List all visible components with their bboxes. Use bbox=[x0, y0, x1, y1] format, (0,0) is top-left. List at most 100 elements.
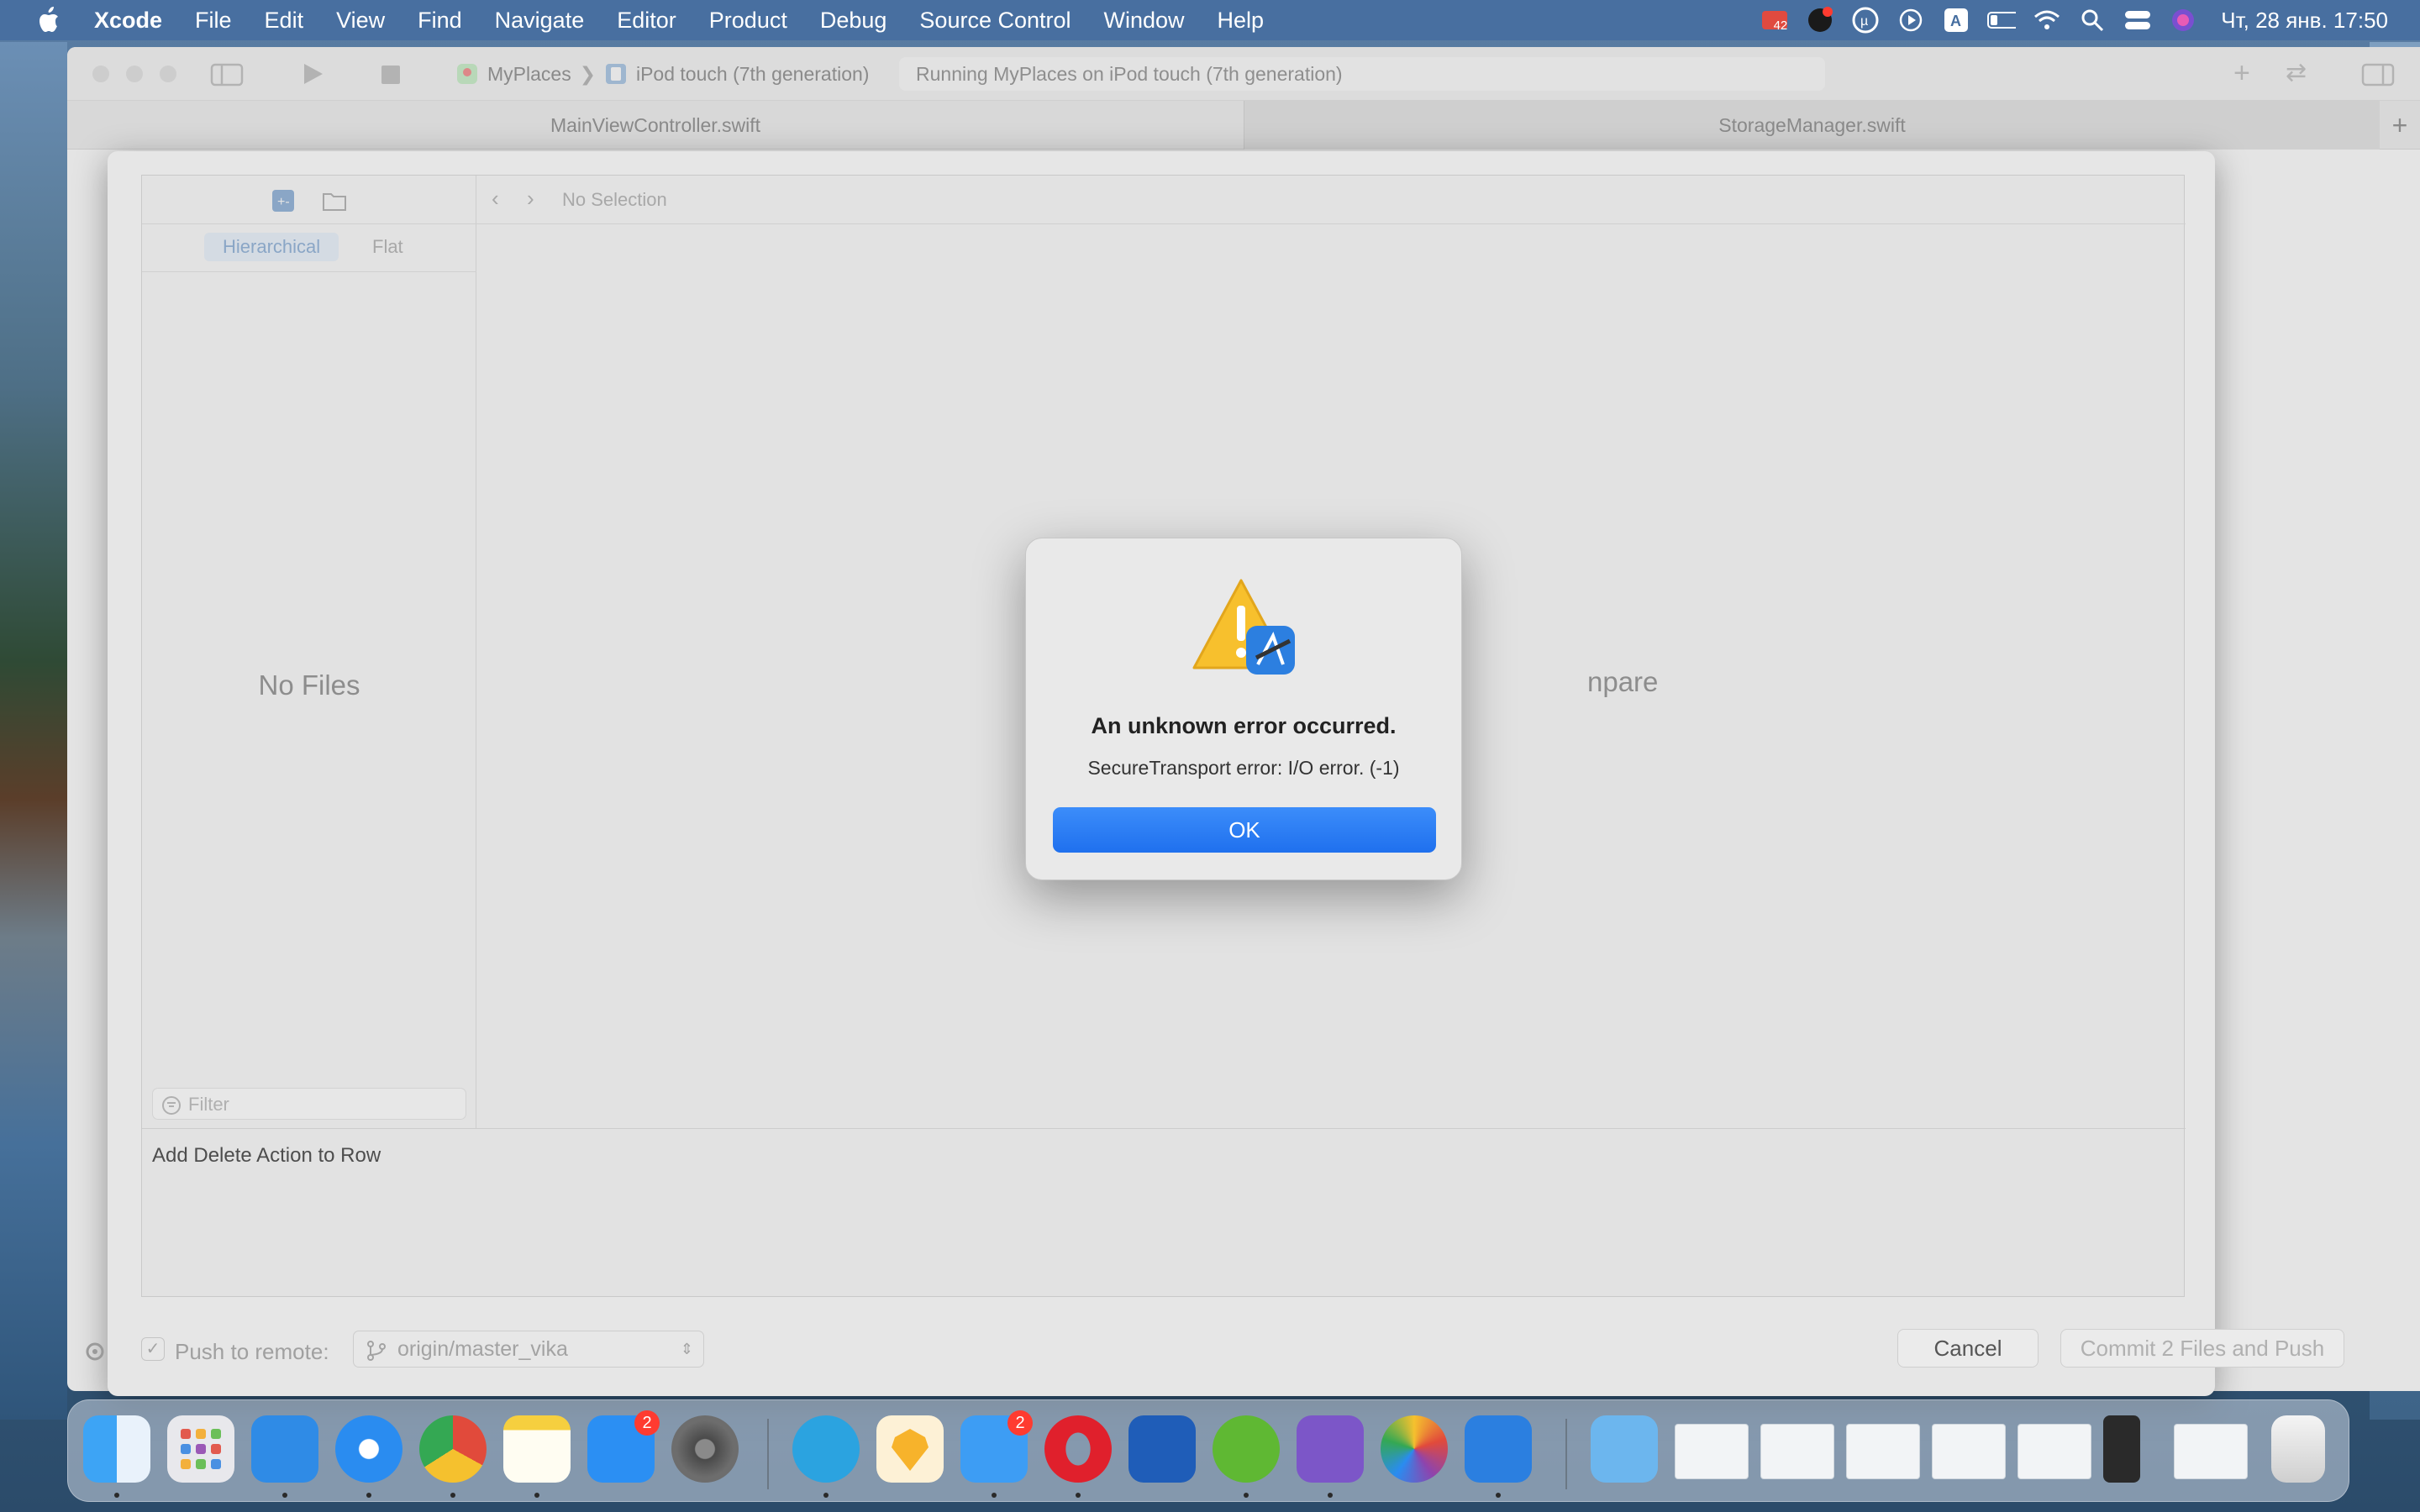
compare-header: ‹ › No Selection bbox=[476, 176, 2186, 224]
menu-window[interactable]: Window bbox=[1104, 8, 1185, 34]
app-store-icon[interactable]: 2 bbox=[587, 1410, 660, 1483]
update-badge-icon[interactable]: 42 bbox=[1760, 6, 1789, 34]
minimize-window-button[interactable] bbox=[126, 66, 143, 82]
apple-icon[interactable] bbox=[35, 6, 60, 34]
battery-icon[interactable] bbox=[1987, 6, 2017, 34]
mail-badge: 2 bbox=[1007, 1410, 1033, 1436]
commit-message-area[interactable]: Add Delete Action to Row bbox=[142, 1128, 2186, 1298]
run-icon[interactable] bbox=[299, 60, 326, 87]
spotlight-search-icon[interactable] bbox=[2078, 6, 2107, 34]
menu-help[interactable]: Help bbox=[1218, 8, 1265, 34]
running-indicator bbox=[1076, 1493, 1081, 1498]
tab-storagemanager[interactable]: StorageManager.swift bbox=[1244, 101, 2380, 150]
input-source-icon[interactable]: A bbox=[1942, 6, 1970, 34]
minimized-window-thumbnail[interactable] bbox=[1846, 1424, 1920, 1479]
cancel-button[interactable]: Cancel bbox=[1897, 1329, 2039, 1368]
folder-icon[interactable] bbox=[322, 189, 347, 213]
sketch-icon[interactable] bbox=[876, 1415, 944, 1483]
running-indicator bbox=[450, 1493, 455, 1498]
menu-find[interactable]: Find bbox=[418, 8, 462, 34]
telegram-icon[interactable] bbox=[792, 1415, 860, 1483]
inspector-toggle-icon[interactable] bbox=[2361, 60, 2395, 87]
minimized-window-thumbnail[interactable] bbox=[2174, 1424, 2248, 1479]
changes-filter-icon[interactable]: +- bbox=[271, 189, 295, 213]
running-indicator bbox=[366, 1493, 371, 1498]
xcode-helper-icon[interactable] bbox=[1465, 1415, 1532, 1483]
menu-editor[interactable]: Editor bbox=[617, 8, 676, 34]
svg-text:A: A bbox=[1950, 13, 1961, 29]
tab-mainviewcontroller[interactable]: MainViewController.swift bbox=[67, 101, 1244, 150]
menubar-clock[interactable]: Чт, 28 янв. 17:50 bbox=[2221, 8, 2388, 34]
menu-debug[interactable]: Debug bbox=[820, 8, 887, 34]
remote-branch-value: origin/master_vika bbox=[397, 1337, 568, 1361]
filter-field[interactable]: Filter bbox=[152, 1088, 466, 1120]
device-icon bbox=[605, 64, 626, 84]
no-files-label: No Files bbox=[258, 669, 360, 701]
window-toolbar: MyPlaces ❯ iPod touch (7th generation) R… bbox=[67, 47, 2420, 101]
ok-button[interactable]: OK bbox=[1053, 807, 1436, 853]
running-indicator bbox=[534, 1493, 539, 1498]
back-chevron-icon[interactable]: ‹ bbox=[492, 186, 499, 212]
plus-icon[interactable]: + bbox=[2233, 59, 2250, 87]
color-picker-icon[interactable] bbox=[1381, 1415, 1448, 1483]
segment-flat[interactable]: Flat bbox=[354, 233, 422, 261]
utorrent-icon[interactable] bbox=[1213, 1415, 1280, 1483]
minimized-window-thumbnail[interactable] bbox=[1760, 1424, 1834, 1479]
new-tab-plus-icon[interactable]: + bbox=[2380, 101, 2420, 150]
safari-icon[interactable] bbox=[335, 1415, 402, 1483]
menu-view[interactable]: View bbox=[336, 8, 385, 34]
siri-icon[interactable] bbox=[2169, 6, 2197, 34]
word-icon[interactable] bbox=[1128, 1415, 1196, 1483]
menu-app-xcode[interactable]: Xcode bbox=[94, 8, 162, 34]
segment-hierarchical[interactable]: Hierarchical bbox=[204, 233, 339, 261]
downloads-folder-icon[interactable] bbox=[1591, 1415, 1658, 1483]
finder-icon[interactable] bbox=[83, 1415, 150, 1483]
minimized-window-thumbnail[interactable] bbox=[1675, 1424, 1749, 1479]
menu-file[interactable]: File bbox=[195, 8, 232, 34]
simulator-icon[interactable] bbox=[2103, 1415, 2140, 1483]
svg-text:+-: +- bbox=[277, 195, 290, 209]
chrome-icon[interactable] bbox=[419, 1415, 487, 1483]
viber-icon[interactable] bbox=[1297, 1415, 1364, 1483]
xcode-dock-icon[interactable] bbox=[251, 1415, 318, 1483]
play-circle-icon[interactable] bbox=[1897, 6, 1925, 34]
forward-chevron-icon[interactable]: › bbox=[527, 186, 534, 212]
menu-source-control[interactable]: Source Control bbox=[919, 8, 1071, 34]
scheme-selector[interactable]: MyPlaces ❯ iPod touch (7th generation) bbox=[455, 59, 869, 89]
push-to-remote-checkbox[interactable]: ✓ bbox=[141, 1337, 165, 1361]
viber-tray-icon[interactable] bbox=[1806, 6, 1834, 34]
running-indicator bbox=[992, 1493, 997, 1498]
commit-sheet-footer: ✓ Push to remote: origin/master_vika ⇕ C… bbox=[108, 1319, 2344, 1369]
alert-message: SecureTransport error: I/O error. (-1) bbox=[1087, 757, 1400, 779]
scheme-project-name: MyPlaces bbox=[487, 62, 571, 85]
opera-icon[interactable] bbox=[1044, 1415, 1112, 1483]
zoom-window-button[interactable] bbox=[160, 66, 176, 82]
commit-message-text: Add Delete Action to Row bbox=[152, 1144, 381, 1167]
remote-branch-select[interactable]: origin/master_vika ⇕ bbox=[353, 1331, 704, 1368]
push-to-remote-label: Push to remote: bbox=[175, 1339, 329, 1364]
system-preferences-icon[interactable] bbox=[671, 1415, 739, 1483]
running-indicator bbox=[1244, 1493, 1249, 1498]
menu-navigate[interactable]: Navigate bbox=[495, 8, 585, 34]
launchpad-icon[interactable] bbox=[167, 1415, 234, 1483]
dock-separator bbox=[767, 1419, 769, 1489]
segment-divider bbox=[142, 271, 476, 272]
menu-product[interactable]: Product bbox=[709, 8, 787, 34]
wifi-icon[interactable] bbox=[2033, 6, 2061, 34]
control-center-icon[interactable] bbox=[2123, 6, 2152, 34]
menu-edit[interactable]: Edit bbox=[265, 8, 304, 34]
mail-icon[interactable]: 2 bbox=[960, 1410, 1033, 1483]
close-window-button[interactable] bbox=[92, 66, 109, 82]
trash-icon[interactable] bbox=[2271, 1415, 2325, 1483]
sidebar-toggle-icon[interactable] bbox=[210, 60, 244, 87]
gear-icon[interactable] bbox=[82, 1339, 108, 1364]
app-store-badge: 2 bbox=[634, 1410, 660, 1436]
minimized-window-thumbnail[interactable] bbox=[2018, 1424, 2091, 1479]
minimized-window-thumbnail[interactable] bbox=[1932, 1424, 2006, 1479]
stop-icon[interactable] bbox=[376, 60, 403, 87]
swap-arrows-icon[interactable]: ⇄ bbox=[2286, 60, 2307, 87]
commit-and-push-button[interactable]: Commit 2 Files and Push bbox=[2060, 1329, 2344, 1368]
utorrent-tray-icon[interactable]: µ bbox=[1851, 6, 1880, 34]
notes-icon[interactable] bbox=[503, 1415, 571, 1483]
filter-placeholder: Filter bbox=[188, 1094, 229, 1115]
